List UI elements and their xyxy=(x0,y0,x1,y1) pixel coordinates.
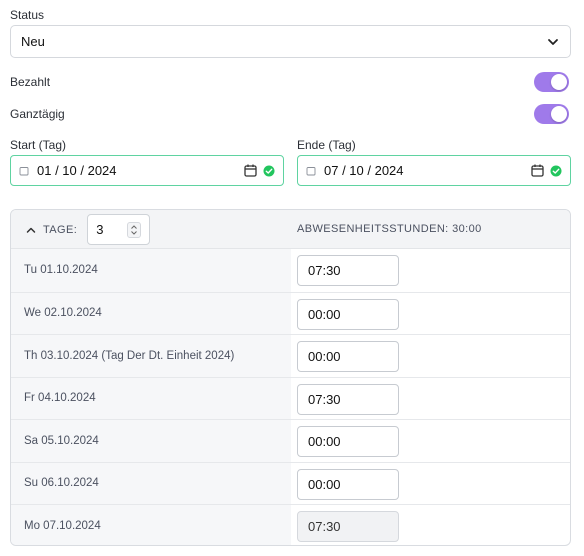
tage-value: 3 xyxy=(96,222,104,237)
day-row: Mo 07.10.2024 07:30 xyxy=(11,504,570,545)
day-row: Th 03.10.2024 (Tag Der Dt. Einheit 2024)… xyxy=(11,334,570,377)
day-hours-input[interactable]: 07:30 xyxy=(297,383,399,415)
calendar-small-icon xyxy=(306,166,316,175)
bezahlt-toggle[interactable] xyxy=(534,72,569,92)
day-row: Su 06.10.2024 00:00 xyxy=(11,461,570,504)
calendar-small-icon xyxy=(19,166,29,175)
status-select-value: Neu xyxy=(21,34,45,49)
calendar-icon[interactable] xyxy=(244,164,257,177)
day-date: Su 06.10.2024 xyxy=(11,462,291,504)
chevron-down-icon xyxy=(548,38,558,45)
ganztaegig-label: Ganztägig xyxy=(10,107,65,121)
check-circle-icon xyxy=(550,165,562,176)
day-row: Fr 04.10.2024 07:30 xyxy=(11,376,570,419)
day-date: Fr 04.10.2024 xyxy=(11,377,291,419)
day-row: Tu 01.10.2024 07:30 xyxy=(11,249,570,292)
day-date: Th 03.10.2024 (Tag Der Dt. Einheit 2024) xyxy=(11,335,291,377)
start-date-input[interactable]: 01 / 10 / 2024 xyxy=(10,155,284,186)
day-hours-input[interactable]: 07:30 xyxy=(297,255,399,286)
status-label: Status xyxy=(10,8,45,22)
day-row: We 02.10.2024 00:00 xyxy=(11,291,570,334)
tage-input[interactable]: 3 xyxy=(87,214,151,245)
ende-date-value: 07 / 10 / 2024 xyxy=(324,163,404,178)
days-panel-header: TAGE: 3 ABWESENHEITSSTUNDEN: 30:00 xyxy=(11,210,570,249)
start-date-value: 01 / 10 / 2024 xyxy=(37,163,117,178)
calendar-icon[interactable] xyxy=(531,164,544,177)
toggle-knob xyxy=(551,106,567,122)
days-list: Tu 01.10.2024 07:30 We 02.10.2024 00:00 Th 0… xyxy=(11,249,570,545)
ende-date-input[interactable]: 07 / 10 / 2024 xyxy=(297,155,571,186)
day-hours-input[interactable]: 00:00 xyxy=(297,298,399,330)
day-row: Sa 05.10.2024 00:00 xyxy=(11,419,570,462)
day-hours-input[interactable]: 00:00 xyxy=(297,426,399,457)
check-circle-icon xyxy=(263,165,275,176)
day-date: Tu 01.10.2024 xyxy=(11,249,291,292)
toggle-knob xyxy=(551,74,567,90)
abwesenheitsstunden-text: ABWESENHEITSSTUNDEN: 30:00 xyxy=(297,223,482,235)
tage-label: TAGE: xyxy=(43,223,78,236)
bezahlt-label: Bezahlt xyxy=(10,75,51,89)
day-date: We 02.10.2024 xyxy=(11,292,291,334)
day-hours-input: 07:30 xyxy=(297,511,399,542)
day-date: Sa 05.10.2024 xyxy=(11,420,291,462)
ende-label: Ende (Tag) xyxy=(297,138,356,152)
ganztaegig-toggle[interactable] xyxy=(534,104,569,124)
day-hours-input[interactable]: 00:00 xyxy=(297,341,399,372)
day-date: Mo 07.10.2024 xyxy=(11,505,291,545)
status-select[interactable]: Neu xyxy=(10,25,571,58)
chevron-up-icon[interactable] xyxy=(25,224,37,236)
stepper-icon[interactable] xyxy=(127,221,142,238)
start-label: Start (Tag) xyxy=(10,138,67,152)
day-hours-input[interactable]: 00:00 xyxy=(297,468,399,500)
days-panel: TAGE: 3 ABWESENHEITSSTUNDEN: 30:00 Tu 01… xyxy=(10,209,571,546)
